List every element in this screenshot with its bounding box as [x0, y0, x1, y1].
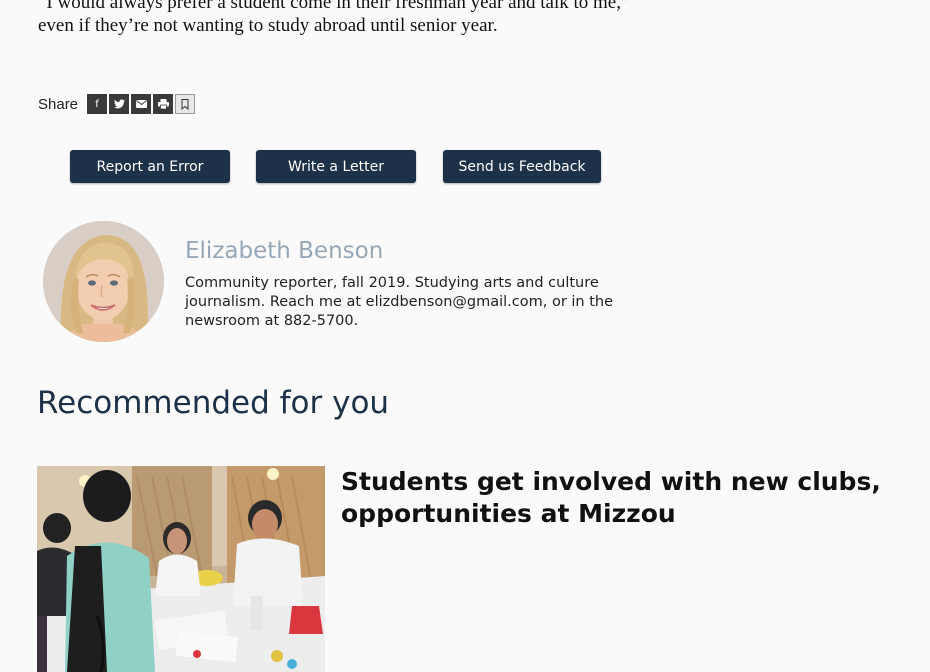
write-letter-button[interactable]: Write a Letter	[256, 150, 416, 183]
share-bar: Share f	[38, 94, 197, 114]
share-label: Share	[38, 95, 79, 113]
send-feedback-button[interactable]: Send us Feedback	[443, 150, 601, 183]
recommended-heading: Recommended for you	[37, 385, 390, 421]
print-icon[interactable]	[153, 94, 174, 114]
author-bio: Community reporter, fall 2019. Studying …	[185, 275, 614, 329]
author-avatar	[43, 221, 164, 342]
article-quote-paragraph: “I would always prefer a student come in…	[38, 0, 630, 36]
facebook-icon[interactable]: f	[87, 94, 108, 114]
recommended-item-image[interactable]	[37, 466, 325, 672]
author-name-link[interactable]: Elizabeth Benson	[185, 238, 383, 264]
twitter-icon[interactable]	[109, 94, 130, 114]
report-error-button[interactable]: Report an Error	[70, 150, 230, 183]
email-icon[interactable]	[131, 94, 152, 114]
bookmark-icon[interactable]	[175, 94, 196, 114]
recommended-item-title[interactable]: Students get involved with new clubs, op…	[341, 466, 901, 530]
